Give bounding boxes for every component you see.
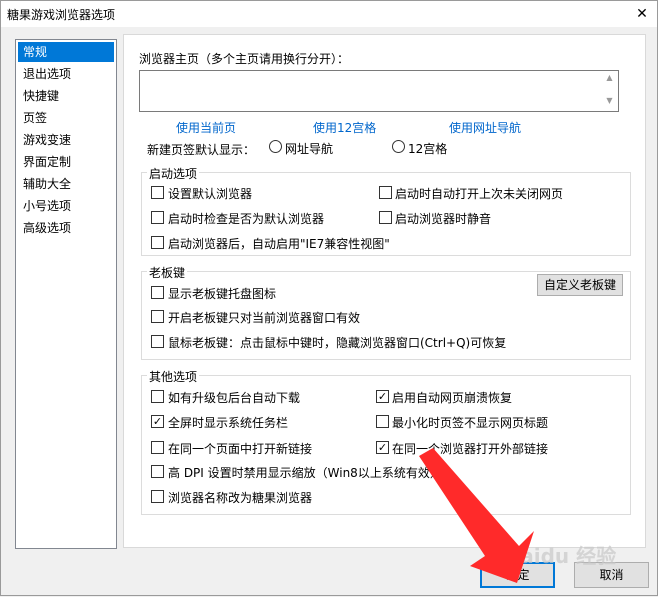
bosskey-checkbox-2[interactable] xyxy=(151,335,164,348)
radio-url-nav[interactable] xyxy=(269,140,282,153)
nav-item-speed[interactable]: 游戏变速 xyxy=(18,130,114,150)
startup-checkbox-4[interactable] xyxy=(151,236,164,249)
other-checkbox-3[interactable] xyxy=(376,415,389,428)
use-current-page-link[interactable]: 使用当前页 xyxy=(176,119,236,136)
homepage-input[interactable]: ▲ ▼ xyxy=(139,70,619,112)
bosskey-group-title: 老板键 xyxy=(147,264,188,281)
scroll-up-icon[interactable]: ▲ xyxy=(601,73,618,82)
use-url-nav-link[interactable]: 使用网址导航 xyxy=(449,119,521,136)
category-list: 常规 退出选项 快捷键 页签 游戏变速 界面定制 辅助大全 小号选项 高级选项 xyxy=(15,39,117,549)
startup-label-1: 启动时自动打开上次未关闭网页 xyxy=(395,187,564,201)
use-12-grid-link[interactable]: 使用12宫格 xyxy=(313,119,376,136)
window-title: 糖果游戏浏览器选项 xyxy=(7,8,116,22)
other-label-3: 最小化时页签不显示网页标题 xyxy=(392,416,549,430)
bosskey-checkbox-0[interactable] xyxy=(151,286,164,299)
other-checkbox-4[interactable] xyxy=(151,441,164,454)
other-group-title: 其他选项 xyxy=(147,368,200,385)
startup-checkbox-2[interactable] xyxy=(151,211,164,224)
nav-item-alt-account[interactable]: 小号选项 xyxy=(18,196,114,216)
startup-label-2: 启动时检查是否为默认浏览器 xyxy=(168,212,325,226)
other-checkbox-5[interactable]: ✓ xyxy=(376,441,389,454)
other-checkbox-6[interactable] xyxy=(151,465,164,478)
other-checkbox-2[interactable]: ✓ xyxy=(151,415,164,428)
watermark: Baidu 经验 xyxy=(505,544,617,568)
radio-url-nav-label: 网址导航 xyxy=(285,142,334,156)
nav-item-assist[interactable]: 辅助大全 xyxy=(18,174,114,194)
other-label-7: 浏览器名称改为糖果浏览器 xyxy=(168,491,313,505)
nav-item-shortcuts[interactable]: 快捷键 xyxy=(18,86,114,106)
nav-item-ui[interactable]: 界面定制 xyxy=(18,152,114,172)
startup-group-title: 启动选项 xyxy=(147,165,200,182)
close-icon[interactable]: ✕ xyxy=(627,1,657,27)
newtab-label: 新建页签默认显示： xyxy=(147,143,256,157)
startup-checkbox-0[interactable] xyxy=(151,186,164,199)
textarea-scrollbar[interactable]: ▲ ▼ xyxy=(601,71,618,111)
startup-label-4: 启动浏览器后，自动启用"IE7兼容性视图" xyxy=(168,237,390,251)
other-label-2: 全屏时显示系统任务栏 xyxy=(168,416,289,430)
nav-item-general[interactable]: 常规 xyxy=(18,42,114,62)
title-bar: 糖果游戏浏览器选项 ✕ xyxy=(1,1,657,27)
other-checkbox-1[interactable]: ✓ xyxy=(376,390,389,403)
other-checkbox-0[interactable] xyxy=(151,390,164,403)
nav-item-exit[interactable]: 退出选项 xyxy=(18,64,114,84)
startup-label-0: 设置默认浏览器 xyxy=(168,187,253,201)
options-dialog: 糖果游戏浏览器选项 ✕ 常规 退出选项 快捷键 页签 游戏变速 界面定制 辅助大… xyxy=(0,0,658,596)
scroll-down-icon[interactable]: ▼ xyxy=(601,96,618,105)
nav-item-tabs[interactable]: 页签 xyxy=(18,108,114,128)
homepage-label: 浏览器主页（多个主页请用换行分开）： xyxy=(139,52,350,66)
other-label-6: 高 DPI 设置时禁用显示缩放（Win8以上系统有效） xyxy=(168,466,442,480)
bosskey-checkbox-1[interactable] xyxy=(151,310,164,323)
other-label-1: 启用自动网页崩溃恢复 xyxy=(392,391,513,405)
startup-label-3: 启动浏览器时静音 xyxy=(395,212,492,226)
bosskey-label-1: 开启老板键只对当前浏览器窗口有效 xyxy=(168,311,361,325)
other-checkbox-7[interactable] xyxy=(151,490,164,503)
bosskey-label-0: 显示老板键托盘图标 xyxy=(168,287,277,301)
bosskey-label-2: 鼠标老板键：点击鼠标中键时，隐藏浏览器窗口(Ctrl+Q)可恢复 xyxy=(168,336,507,350)
startup-checkbox-3[interactable] xyxy=(379,211,392,224)
custom-bosskey-button[interactable]: 自定义老板键 xyxy=(537,274,623,296)
radio-12-grid[interactable] xyxy=(392,140,405,153)
other-label-5: 在同一个浏览器打开外部链接 xyxy=(392,442,549,456)
radio-12-grid-label: 12宫格 xyxy=(408,142,448,156)
nav-item-advanced[interactable]: 高级选项 xyxy=(18,218,114,238)
other-label-4: 在同一个页面中打开新链接 xyxy=(168,442,313,456)
other-label-0: 如有升级包后台自动下载 xyxy=(168,391,301,405)
startup-checkbox-1[interactable] xyxy=(379,186,392,199)
